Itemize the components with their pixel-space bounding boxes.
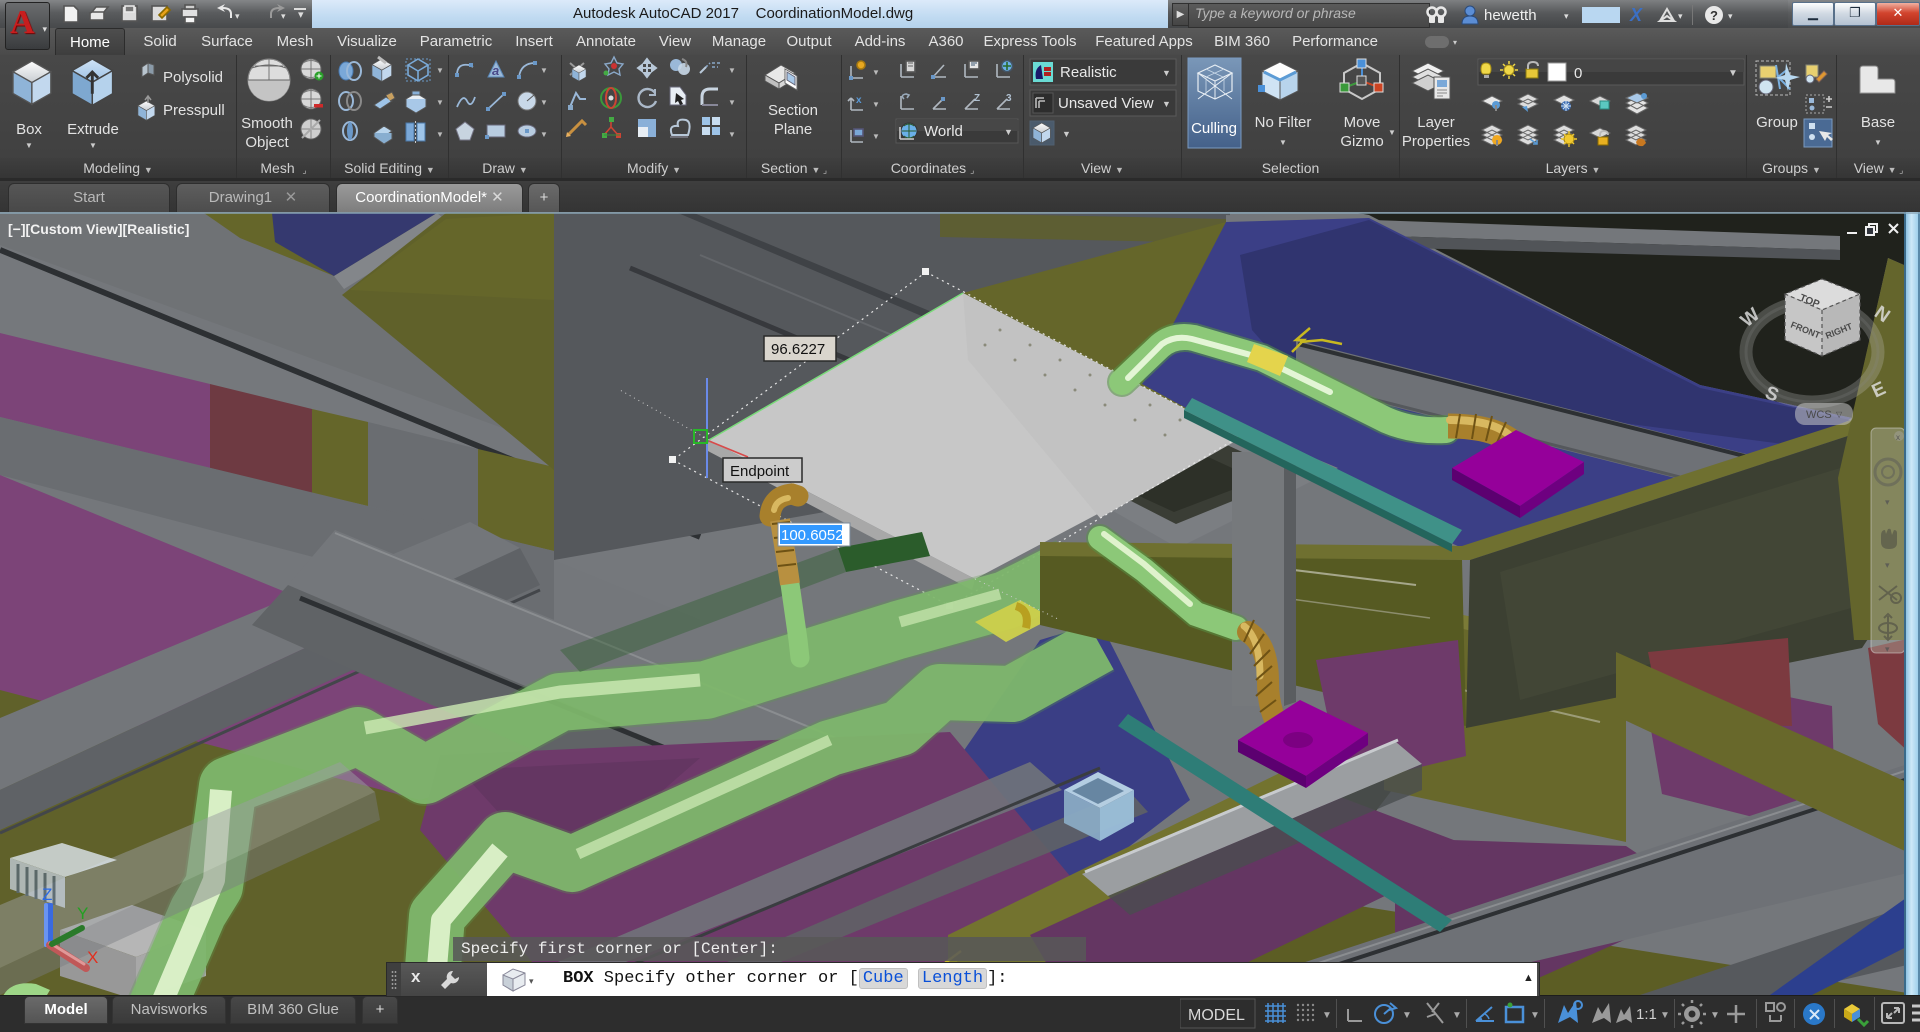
svg-text:▼: ▼ xyxy=(1388,128,1396,137)
svg-text:▼: ▼ xyxy=(1710,1010,1720,1021)
svg-text:▼: ▼ xyxy=(540,66,548,75)
svg-text:Gizmo: Gizmo xyxy=(1340,133,1383,150)
svg-text:a: a xyxy=(492,63,499,78)
svg-text:▾: ▾ xyxy=(1885,644,1890,654)
svg-text:▾: ▾ xyxy=(281,11,286,21)
svg-text:96.6227: 96.6227 xyxy=(771,341,825,358)
svg-text:Y: Y xyxy=(77,904,88,923)
svg-text:World: World xyxy=(924,123,963,140)
svg-text:Section: Section xyxy=(768,102,818,119)
svg-text:Unsaved View: Unsaved View xyxy=(1058,95,1154,112)
svg-text:▼: ▼ xyxy=(436,66,444,75)
svg-text:Object: Object xyxy=(245,134,289,151)
svg-text:▾: ▾ xyxy=(1885,497,1890,507)
svg-text:Plane: Plane xyxy=(774,121,812,138)
svg-text:[−][Custom View][Realistic]: [−][Custom View][Realistic] xyxy=(8,221,189,237)
svg-text:Z: Z xyxy=(42,885,52,904)
svg-text:x: x xyxy=(1896,433,1900,442)
svg-text:X: X xyxy=(1629,5,1643,25)
svg-text:Culling: Culling xyxy=(1191,120,1237,137)
svg-text:▽: ▽ xyxy=(1836,410,1843,419)
svg-text:MODEL: MODEL xyxy=(1188,1007,1245,1024)
svg-text:▼: ▼ xyxy=(1162,68,1171,78)
svg-text:3: 3 xyxy=(1006,93,1012,104)
svg-text:Move: Move xyxy=(1344,114,1381,131)
svg-text:?: ? xyxy=(1710,8,1718,23)
svg-text:▼: ▼ xyxy=(872,68,880,77)
svg-text:▼: ▼ xyxy=(1530,1010,1540,1021)
svg-text:▼: ▼ xyxy=(436,98,444,107)
svg-text:Smooth: Smooth xyxy=(241,115,293,132)
svg-text:▼: ▼ xyxy=(540,130,548,139)
svg-text:Polysolid: Polysolid xyxy=(163,69,223,86)
svg-text:Properties: Properties xyxy=(1402,133,1470,150)
svg-text:▼: ▼ xyxy=(25,141,33,150)
svg-text:▾: ▾ xyxy=(298,9,304,21)
svg-text:▼: ▼ xyxy=(1322,1010,1332,1021)
svg-text:▾: ▾ xyxy=(1678,11,1683,21)
svg-text:Realistic: Realistic xyxy=(1060,64,1117,81)
svg-text:hewetth: hewetth xyxy=(1484,7,1537,24)
svg-text:▼: ▼ xyxy=(1728,68,1738,79)
svg-text:▼: ▼ xyxy=(728,66,736,75)
svg-text:▼: ▼ xyxy=(1660,1010,1670,1021)
svg-text:Layer: Layer xyxy=(1417,114,1455,131)
svg-text:▾: ▾ xyxy=(1885,560,1890,570)
svg-text:Box: Box xyxy=(16,121,42,138)
svg-text:Base: Base xyxy=(1861,114,1895,131)
svg-text:1:1: 1:1 xyxy=(1636,1006,1657,1023)
svg-text:▼: ▼ xyxy=(728,130,736,139)
svg-text:▾: ▾ xyxy=(235,11,240,21)
svg-text:▼: ▼ xyxy=(540,98,548,107)
svg-text:Endpoint: Endpoint xyxy=(730,463,790,480)
svg-text:▼: ▼ xyxy=(872,132,880,141)
svg-text:▼: ▼ xyxy=(1162,99,1171,109)
svg-text:Z: Z xyxy=(974,93,980,104)
svg-text:▼: ▼ xyxy=(1452,1010,1462,1021)
svg-text:Group: Group xyxy=(1756,114,1798,131)
svg-text:X: X xyxy=(87,948,98,967)
svg-text:0: 0 xyxy=(1574,65,1582,82)
svg-text:▾: ▾ xyxy=(1728,11,1733,21)
svg-text:▼: ▼ xyxy=(1004,127,1013,137)
svg-text:▾: ▾ xyxy=(1564,11,1569,21)
svg-text:▼: ▼ xyxy=(436,130,444,139)
svg-text:▼: ▼ xyxy=(728,98,736,107)
svg-text:▼: ▼ xyxy=(89,141,97,150)
svg-text:Presspull: Presspull xyxy=(163,102,225,119)
svg-text:Extrude: Extrude xyxy=(67,121,119,138)
svg-text:▼: ▼ xyxy=(1279,138,1287,147)
svg-text:▼: ▼ xyxy=(872,100,880,109)
svg-text:▼: ▼ xyxy=(1402,1010,1412,1021)
svg-text:▼: ▼ xyxy=(1062,129,1071,139)
svg-text:No Filter: No Filter xyxy=(1255,114,1312,131)
svg-text:▾: ▾ xyxy=(529,976,534,986)
svg-text:100.6052: 100.6052 xyxy=(781,527,844,544)
svg-text:▼: ▼ xyxy=(1874,138,1882,147)
svg-text:WCS: WCS xyxy=(1806,409,1832,421)
svg-text:x: x xyxy=(856,95,862,106)
